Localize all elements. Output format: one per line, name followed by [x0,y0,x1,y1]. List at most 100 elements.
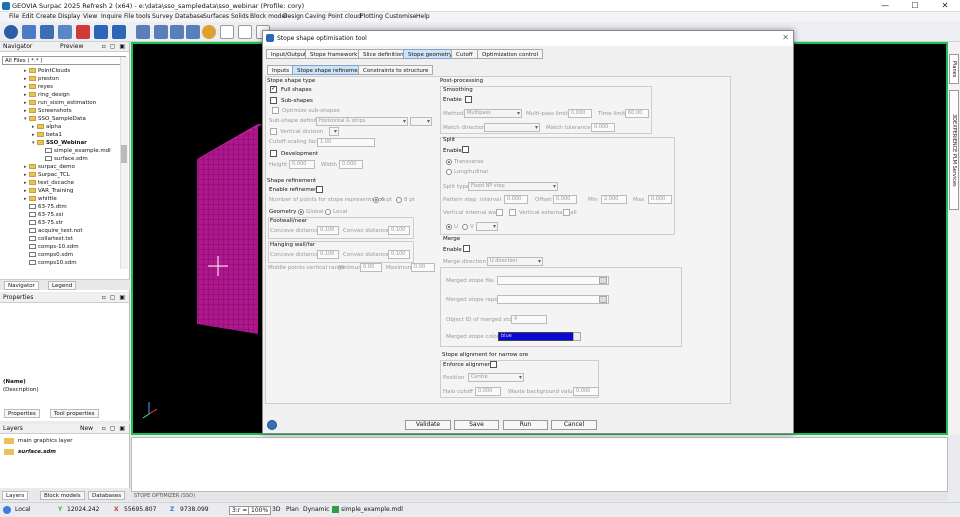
vertical-internal-wall-checkbox[interactable] [496,209,503,216]
draw-icon[interactable] [220,25,234,39]
vertical-external-wall-option[interactable] [563,209,570,216]
tree-item[interactable]: ▸ VAR_Training [0,187,120,195]
tab-slice-definition[interactable]: Slice definition [358,49,409,59]
offset-input[interactable]: 0.000 [553,195,577,204]
time-limit-input[interactable]: 60.00 [625,109,649,118]
longitudinal-radio[interactable] [446,169,452,175]
tab-3dexperience[interactable]: 3DEXPERIENCE PLM Services [949,90,959,210]
file-filter-select[interactable]: All Files ( *.* ) [2,56,126,65]
split-type-select[interactable]: Fixed NP step [468,182,558,191]
tree-item[interactable]: 63-75.str [0,219,120,227]
tree-item[interactable]: 63-75.ssi [0,211,120,219]
undo-icon[interactable] [94,25,108,39]
object-id-input[interactable]: 4 [511,315,547,324]
browse-report-icon[interactable] [599,296,607,303]
merge-direction-select[interactable]: U direction [487,257,543,266]
table-icon[interactable] [136,25,150,39]
panel-buttons-icon[interactable]: ▫ ▢ ▣ [102,43,126,50]
tab-block-models[interactable]: Block models [40,491,85,500]
menu-plotting[interactable]: Plotting [360,13,383,20]
merged-stope-report-input[interactable] [497,295,609,304]
preview-label[interactable]: Preview [60,43,83,50]
tab-layers[interactable]: Layers [2,491,29,500]
menu-caving[interactable]: Caving [305,13,326,20]
multi-pass-limit-input[interactable]: 0.000 [568,109,592,118]
menu-inquire[interactable]: Inquire [101,13,122,20]
panel-buttons-icon[interactable]: ▫ ▢ ▣ [102,294,126,301]
match-direction-select[interactable] [484,123,540,132]
tree-item[interactable]: ▸ Surpac_TCL [0,171,120,179]
open-icon[interactable] [22,25,36,39]
menu-survey[interactable]: Survey [152,13,173,20]
halo-cutoff-input[interactable]: 0.000 [475,387,501,396]
maximum-input[interactable]: 0.00 [411,263,435,272]
menu-database[interactable]: Database [175,13,204,20]
tree-item[interactable]: ▸ beta1 [0,131,120,139]
enable-refinement-checkbox[interactable] [316,186,323,193]
tree-item[interactable]: simple_example.mdl [0,147,120,155]
menu-create[interactable]: Create [36,13,56,20]
u-radio[interactable] [446,224,452,230]
merge-enable-checkbox[interactable] [463,245,470,252]
global-radio[interactable] [298,209,304,215]
footwall-convex-input[interactable]: 0.100 [388,226,410,235]
match-tolerance-input[interactable]: 0.000 [591,123,615,132]
merged-stope-colour-select[interactable]: blue [498,332,574,341]
menu-view[interactable]: View [83,13,97,20]
interval-input[interactable]: 0.000 [504,195,528,204]
window-icon[interactable] [186,25,200,39]
tree-item[interactable]: surface.sdm [0,155,120,163]
layer-item[interactable]: surface.sdm [18,449,56,455]
width-input[interactable]: 0.000 [339,160,363,169]
sub-shape-definition-select[interactable]: Horizontal & strips [316,117,408,126]
target-icon[interactable] [202,25,216,39]
close-button[interactable]: ✕ [930,0,960,12]
redo-icon[interactable] [112,25,126,39]
coordinate-mode[interactable]: Local [15,506,31,513]
method-select[interactable]: Multipass [464,109,522,118]
menu-edit[interactable]: Edit [22,13,34,20]
tab-planes[interactable]: Planes [949,54,959,84]
monitor-icon[interactable] [154,25,168,39]
tree-item[interactable]: ▾ SSO_SampleData [0,115,120,123]
menu-point-cloud[interactable]: Point cloud [328,13,361,20]
menu-design[interactable]: Design [283,13,304,20]
validate-button[interactable]: Validate [405,420,451,430]
tab-navigator[interactable]: Navigator [4,281,39,290]
menu-surfaces[interactable]: Surfaces [203,13,229,20]
menu-file[interactable]: File [9,13,19,20]
tab-optimization-control[interactable]: Optimization control [477,49,543,59]
menu-block-model[interactable]: Block model [250,13,287,20]
split-enable-checkbox[interactable] [462,146,469,153]
vertical-division-checkbox[interactable] [270,128,277,135]
hw-convex-input[interactable]: 0.100 [388,250,410,259]
navigator-scroll-thumb[interactable] [121,145,127,163]
optimize-sub-shapes-checkbox[interactable] [272,107,279,114]
max-input[interactable]: 0.000 [648,195,672,204]
tab-constraints-to-structure[interactable]: Constraints to structure [358,65,434,75]
tree-item[interactable]: acquire_test.not [0,227,120,235]
help-icon[interactable] [267,420,277,430]
tab-stope-framework[interactable]: Stope framework [305,49,363,59]
smoothing-enable-checkbox[interactable] [465,96,472,103]
tree-item[interactable]: ▸ alpha [0,123,120,131]
save-icon[interactable] [40,25,54,39]
dialog-close-icon[interactable]: ✕ [782,33,789,42]
full-shapes-checkbox[interactable] [270,85,277,93]
navigator-scrollbar[interactable] [120,57,128,269]
cancel-button[interactable]: Cancel [551,420,597,430]
local-radio[interactable] [325,209,331,215]
tree-item[interactable]: collartest.txt [0,235,120,243]
sub-shape-count-select[interactable] [410,117,432,126]
waste-background-input[interactable]: 0.000 [573,387,599,396]
tree-item[interactable]: comps-10.sdm [0,243,120,251]
run-button[interactable]: Run [503,420,548,430]
view-plan-button[interactable]: Plan [286,506,299,513]
tree-item[interactable]: 63-75.dtm [0,203,120,211]
v-radio[interactable] [462,224,468,230]
globe-icon[interactable] [4,25,18,39]
hw-concave-input[interactable]: 0.100 [317,250,339,259]
minimize-button[interactable]: — [870,0,900,12]
maximize-button[interactable]: ☐ [900,0,930,12]
development-checkbox[interactable] [270,150,277,157]
